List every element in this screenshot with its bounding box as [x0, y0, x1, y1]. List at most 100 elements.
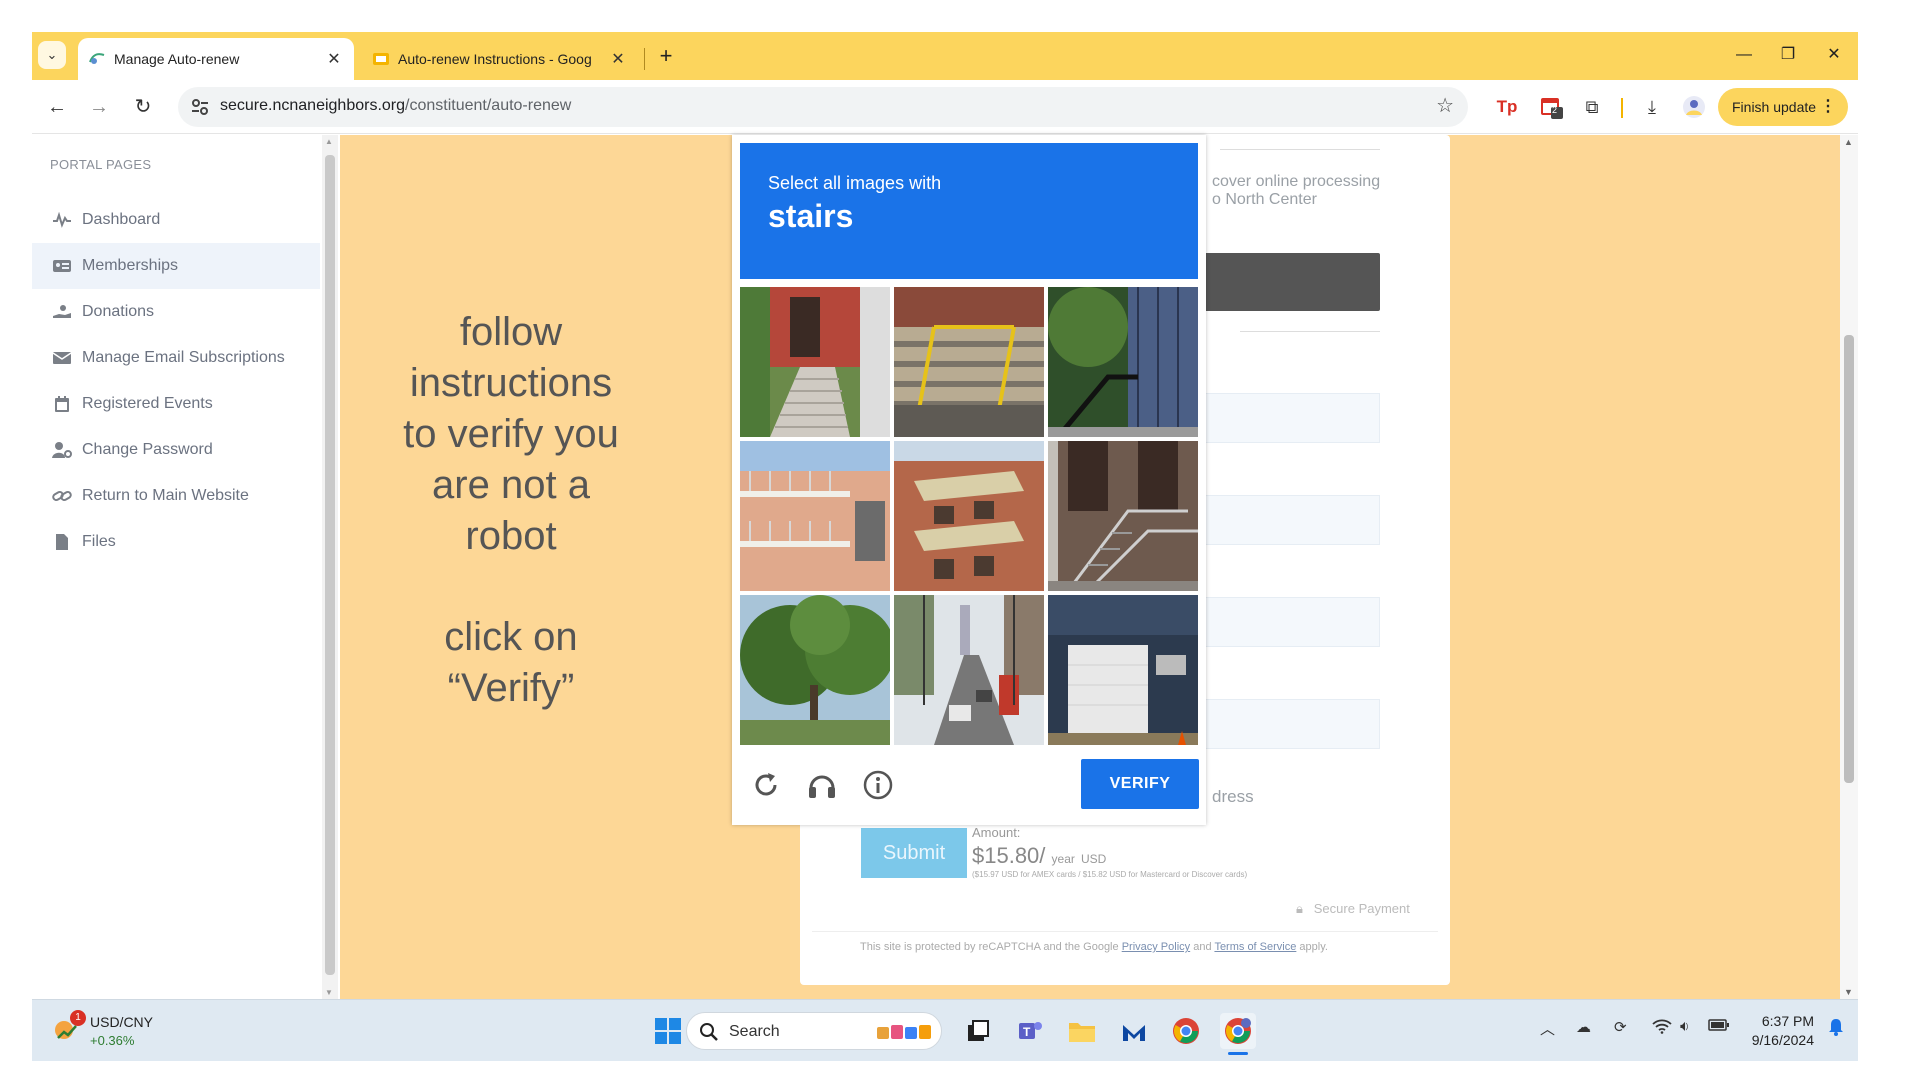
reload-challenge-icon[interactable] [746, 765, 786, 805]
recaptcha-notice-apply: apply. [1299, 941, 1328, 953]
chrome-profile-icon[interactable] [1220, 1013, 1256, 1055]
market-widget[interactable]: 1 USD/CNY +0.36% [54, 1010, 214, 1052]
verify-button[interactable]: VERIFY [1081, 759, 1199, 809]
close-window-icon[interactable]: ✕ [1812, 40, 1856, 70]
sidebar-item-email-subscriptions[interactable]: Manage Email Subscriptions [32, 335, 320, 381]
sidebar-heading: PORTAL PAGES [50, 157, 152, 172]
downloads-icon[interactable]: ⤓ [1638, 94, 1666, 120]
new-tab-button[interactable]: + [652, 42, 680, 70]
tab-search-icon[interactable]: ⌄ [38, 41, 66, 69]
sidebar-item-files[interactable]: Files [32, 519, 320, 565]
taskbar-search[interactable]: Search [686, 1012, 942, 1050]
recaptcha-notice: This site is protected by reCAPTCHA and … [860, 941, 1328, 953]
page-content: PORTAL PAGES Dashboard Memberships Donat… [32, 135, 1858, 999]
calendar-extension-icon[interactable]: 2 [1536, 94, 1566, 120]
profile-avatar-icon[interactable] [1680, 94, 1708, 120]
secure-payment-label: Secure Payment [1313, 901, 1410, 916]
privacy-policy-link[interactable]: Privacy Policy [1122, 941, 1190, 953]
captcha-tile[interactable] [740, 441, 890, 591]
minimize-icon[interactable]: — [1722, 40, 1766, 70]
finish-update-button[interactable]: Finish update ⋮ [1718, 88, 1848, 126]
extensions-puzzle-icon[interactable]: ⧉ [1578, 94, 1606, 120]
captcha-tile[interactable] [894, 441, 1044, 591]
ticker-change: +0.36% [90, 1033, 135, 1048]
page-scroll-thumb[interactable] [1844, 335, 1854, 783]
tab-close-icon[interactable]: ✕ [324, 49, 344, 69]
captcha-tile[interactable] [1048, 287, 1198, 437]
scroll-up-icon[interactable]: ▲ [1844, 137, 1853, 147]
sidebar-scrollbar[interactable]: ▲ ▼ [322, 135, 338, 999]
form-partial-label: dress [1212, 787, 1254, 806]
link-icon [50, 488, 74, 504]
payment-card-widget[interactable] [1200, 253, 1380, 311]
captcha-tile[interactable] [740, 595, 890, 745]
chrome-icon[interactable] [1168, 1013, 1204, 1049]
captcha-tile[interactable] [1048, 595, 1198, 745]
bookmark-star-icon[interactable]: ☆ [1436, 93, 1454, 118]
tab-title: Auto-renew Instructions - Goog [398, 51, 592, 67]
terms-of-service-link[interactable]: Terms of Service [1214, 941, 1296, 953]
hand-donation-icon [50, 304, 74, 320]
form-input-field[interactable] [1200, 699, 1380, 749]
wifi-icon[interactable] [1652, 1018, 1672, 1038]
page-scrollbar[interactable]: ▲ ▼ [1840, 135, 1858, 999]
finish-update-label: Finish update [1732, 99, 1817, 115]
captcha-image-grid [740, 287, 1198, 745]
form-divider [1240, 331, 1380, 332]
teams-icon[interactable]: T [1012, 1013, 1048, 1049]
captcha-footer: VERIFY [732, 749, 1206, 825]
sidebar-item-dashboard[interactable]: Dashboard [32, 197, 320, 243]
tab-close-icon[interactable]: ✕ [608, 49, 628, 69]
main-panel: follow instructions to verify you are no… [340, 135, 1840, 999]
notification-bell-icon[interactable] [1828, 1018, 1844, 1040]
tp-extension-icon[interactable]: Tp [1494, 94, 1520, 120]
windows-start-icon[interactable] [650, 1013, 686, 1049]
sync-icon[interactable]: ⟳ [1614, 1018, 1627, 1036]
tab-auto-renew-instructions[interactable]: Auto-renew Instructions - Goog ✕ [362, 38, 638, 80]
form-input-field[interactable] [1200, 597, 1380, 647]
recaptcha-notice-and: and [1193, 941, 1212, 953]
onedrive-icon[interactable]: ☁ [1576, 1018, 1591, 1036]
scroll-down-icon[interactable]: ▼ [325, 988, 333, 997]
form-input-field[interactable] [1200, 393, 1380, 443]
restore-icon[interactable]: ❐ [1766, 40, 1810, 70]
captcha-target: stairs [768, 198, 854, 234]
scroll-up-icon[interactable]: ▲ [325, 137, 333, 146]
toolbar-divider [1621, 98, 1623, 118]
file-explorer-icon[interactable] [1064, 1013, 1100, 1049]
audio-challenge-icon[interactable] [802, 765, 842, 805]
submit-button[interactable]: Submit [861, 828, 967, 878]
tab-manage-auto-renew[interactable]: Manage Auto-renew ✕ [78, 38, 354, 80]
site-info-icon[interactable] [188, 95, 212, 119]
captcha-tile[interactable] [894, 595, 1044, 745]
back-icon[interactable]: ← [42, 92, 72, 122]
reload-icon[interactable]: ↻ [128, 92, 158, 122]
instruction-line: click on [444, 615, 578, 659]
sidebar-item-memberships[interactable]: Memberships [32, 243, 320, 289]
sidebar-item-main-website[interactable]: Return to Main Website [32, 473, 320, 519]
sidebar-item-change-password[interactable]: Change Password [32, 427, 320, 473]
form-input-field[interactable] [1200, 495, 1380, 545]
more-menu-icon[interactable]: ⋮ [1820, 96, 1836, 116]
volume-icon[interactable]: 🔉︎ [1680, 1018, 1689, 1035]
sidebar-item-registered-events[interactable]: Registered Events [32, 381, 320, 427]
captcha-tile[interactable] [894, 287, 1044, 437]
battery-icon[interactable] [1708, 1018, 1730, 1036]
search-icon [700, 1023, 718, 1041]
screen: ⌄ Manage Auto-renew ✕ Auto-renew Instruc… [32, 32, 1858, 1061]
sidebar-scroll-thumb[interactable] [325, 155, 335, 975]
captcha-tile[interactable] [740, 287, 890, 437]
scroll-down-icon[interactable]: ▼ [1844, 987, 1853, 997]
show-hidden-icons-icon[interactable]: ︿ [1540, 1018, 1555, 1039]
malwarebytes-icon[interactable] [1116, 1013, 1152, 1049]
info-icon[interactable] [858, 765, 898, 805]
captcha-tile[interactable] [1048, 441, 1198, 591]
task-view-icon[interactable] [960, 1013, 996, 1049]
instruction-line: follow [459, 310, 563, 354]
sidebar-item-donations[interactable]: Donations [32, 289, 320, 335]
forward-icon[interactable]: → [84, 92, 114, 122]
address-bar[interactable]: secure.ncnaneighbors.org/constituent/aut… [178, 87, 1468, 127]
system-clock[interactable]: 6:37 PM 9/16/2024 [1740, 1012, 1814, 1050]
amount-unit: year [1051, 852, 1075, 866]
svg-text:T: T [1023, 1025, 1031, 1039]
